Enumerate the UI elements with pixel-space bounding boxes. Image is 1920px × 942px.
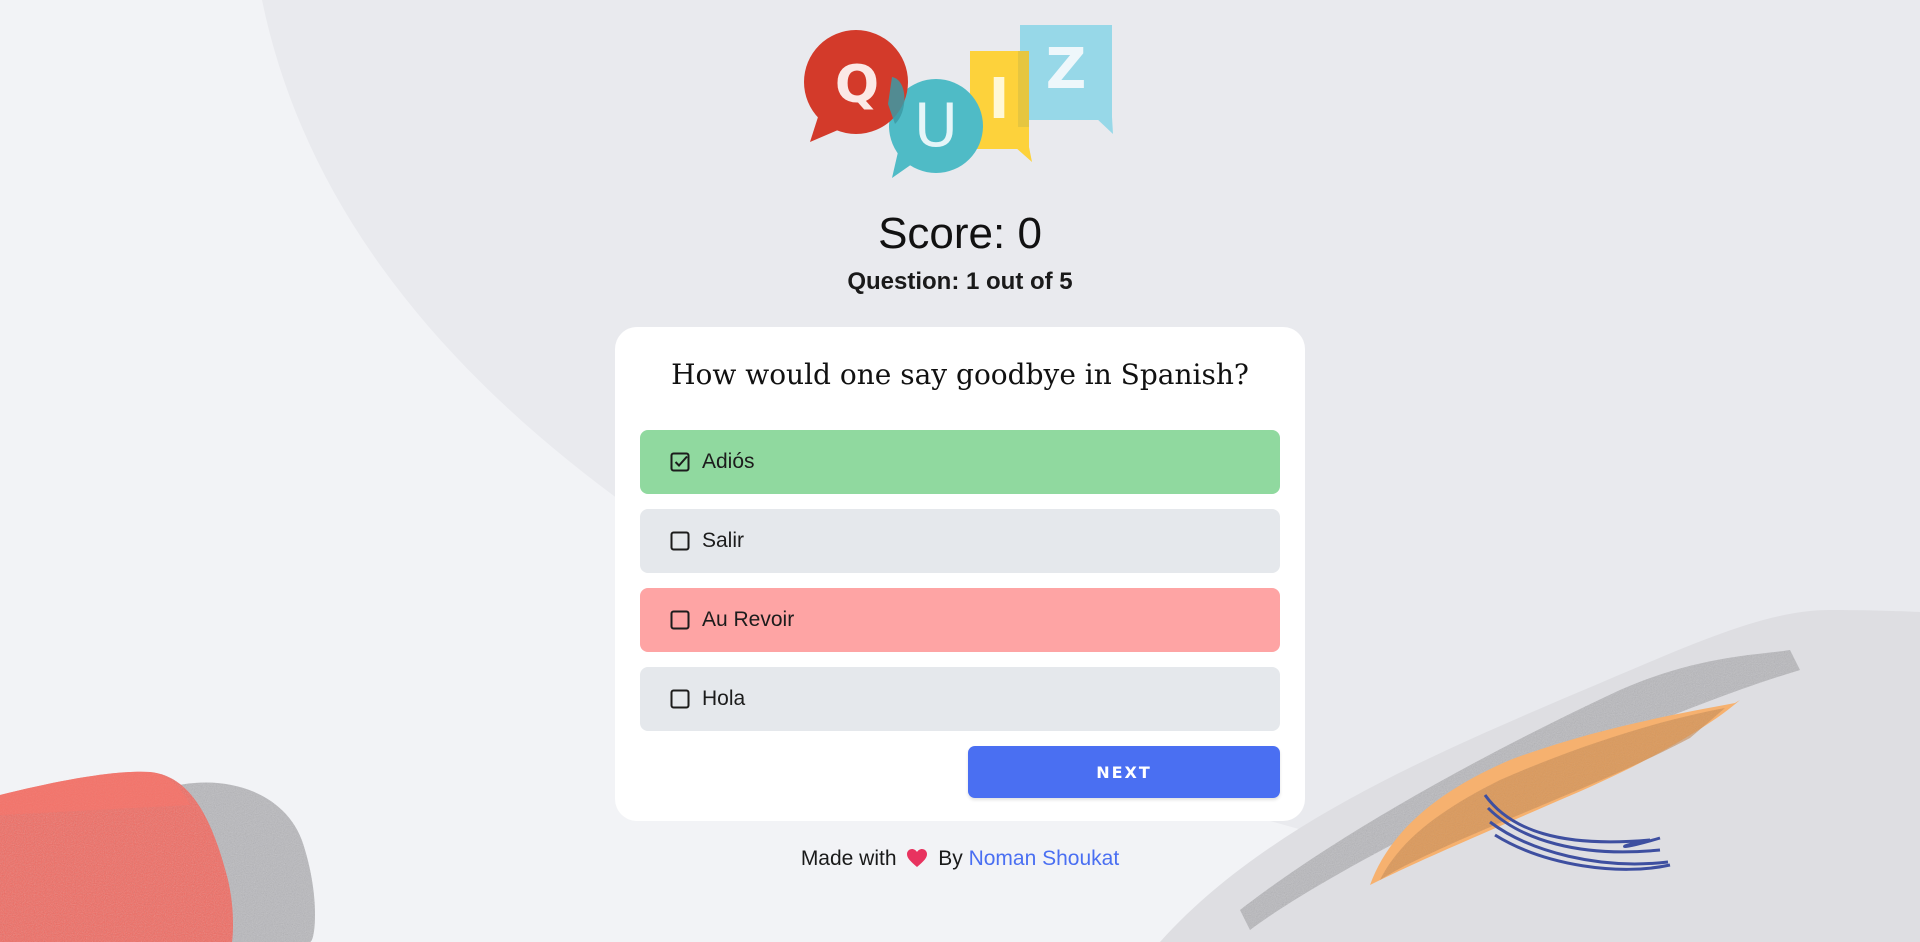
checkbox-unchecked-icon [670, 610, 690, 630]
logo-letter-u: U [914, 91, 958, 161]
answer-option-salir[interactable]: Salir [640, 509, 1280, 573]
footer-made-with: Made with [800, 847, 897, 870]
question-text: How would one say goodbye in Spanish? [671, 358, 1249, 391]
checkbox-checked-icon [670, 452, 690, 472]
author-link[interactable]: Noman Shoukat [969, 847, 1120, 870]
checkbox-unchecked-icon [670, 531, 690, 551]
logo-letter-q: Q [835, 55, 879, 115]
answer-label: Adiós [702, 450, 755, 473]
quiz-page: Z I U Q Score: 0 Question: 1 out of 5 Ho… [0, 0, 1920, 942]
quiz-logo: Z I U Q [804, 25, 1113, 178]
question-progress: Question: 1 out of 5 [847, 268, 1073, 295]
answer-option-au-revoir[interactable]: Au Revoir [640, 588, 1280, 652]
logo-letter-i: I [989, 67, 1010, 132]
next-button[interactable]: NEXT [968, 746, 1280, 798]
answer-list: Adiós Salir Au Revoir Hola [640, 430, 1280, 746]
heart-icon [907, 849, 928, 867]
question-card: How would one say goodbye in Spanish? Ad… [615, 327, 1305, 821]
footer-credit: Made with By Noman Shoukat [0, 843, 1920, 875]
answer-label: Au Revoir [702, 608, 795, 631]
footer-by: By [938, 847, 963, 870]
logo-letter-z: Z [1046, 37, 1087, 102]
answer-option-adios[interactable]: Adiós [640, 430, 1280, 494]
logo-letter-i-bubble: I [970, 51, 1032, 162]
answer-label: Salir [702, 529, 745, 552]
answer-label: Hola [702, 687, 746, 710]
logo-letter-z-bubble: Z [1020, 25, 1113, 134]
score-display: Score: 0 [878, 209, 1042, 258]
checkbox-unchecked-icon [670, 689, 690, 709]
answer-option-hola[interactable]: Hola [640, 667, 1280, 731]
